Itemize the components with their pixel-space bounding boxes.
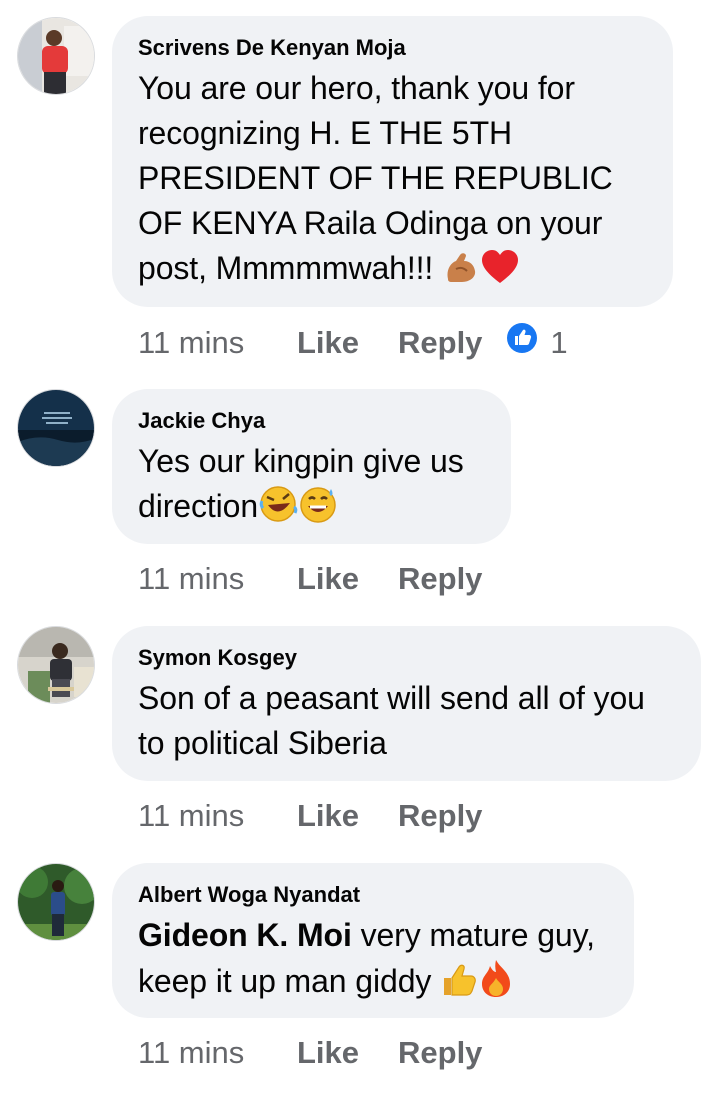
comment-timestamp[interactable]: 11 mins [138,323,297,363]
comment-timestamp[interactable]: 11 mins [138,559,297,599]
comment-author[interactable]: Albert Woga Nyandat [138,881,608,909]
like-button[interactable]: Like [297,796,398,836]
comment-actions: 11 mins Like Reply [138,796,482,836]
like-reaction-icon [506,322,538,364]
avatar[interactable] [17,626,95,704]
avatar[interactable] [17,17,95,95]
comment-text: Son of a peasant will send all of you to… [138,680,645,761]
comment-bubble: Scrivens De Kenyan Moja You are our hero… [112,16,673,307]
comment-bubble: Albert Woga Nyandat Gideon K. Moi very m… [112,863,634,1018]
like-button[interactable]: Like [297,559,398,599]
comment-author[interactable]: Jackie Chya [138,407,485,435]
comment-text: Yes our kingpin give us direction [138,439,485,535]
comment-timestamp[interactable]: 11 mins [138,1033,297,1073]
reply-button[interactable]: Reply [398,1033,482,1073]
mention-link[interactable]: Gideon K. Moi [138,917,352,953]
thumbs-up-icon [440,962,478,1010]
reply-button[interactable]: Reply [398,323,482,363]
fire-icon [478,958,514,1010]
comment-bubble: Jackie Chya Yes our kingpin give us dire… [112,389,511,544]
comment-author[interactable]: Symon Kosgey [138,644,675,672]
reaction-count: 1 [550,325,568,360]
comment-text: You are our hero, thank you for recogniz… [138,66,647,297]
comment-bubble: Symon Kosgey Son of a peasant will send … [112,626,701,781]
avatar[interactable] [17,863,95,941]
flexed-biceps-icon [442,251,480,297]
sweat-smile-icon [298,485,338,535]
comment-actions: 11 mins Like Reply [138,1033,482,1073]
comment-timestamp[interactable]: 11 mins [138,796,297,836]
comment-text: Gideon K. Moi very mature guy, keep it u… [138,913,608,1010]
reaction-summary[interactable]: 1 [506,322,568,364]
rolling-laughing-icon [258,485,298,535]
comment-author[interactable]: Scrivens De Kenyan Moja [138,34,647,62]
avatar[interactable] [17,389,95,467]
like-button[interactable]: Like [297,323,398,363]
comment-actions: 11 mins Like Reply 1 [138,322,568,364]
comment-actions: 11 mins Like Reply [138,559,482,599]
like-button[interactable]: Like [297,1033,398,1073]
reply-button[interactable]: Reply [398,796,482,836]
red-heart-icon [480,249,520,297]
reply-button[interactable]: Reply [398,559,482,599]
